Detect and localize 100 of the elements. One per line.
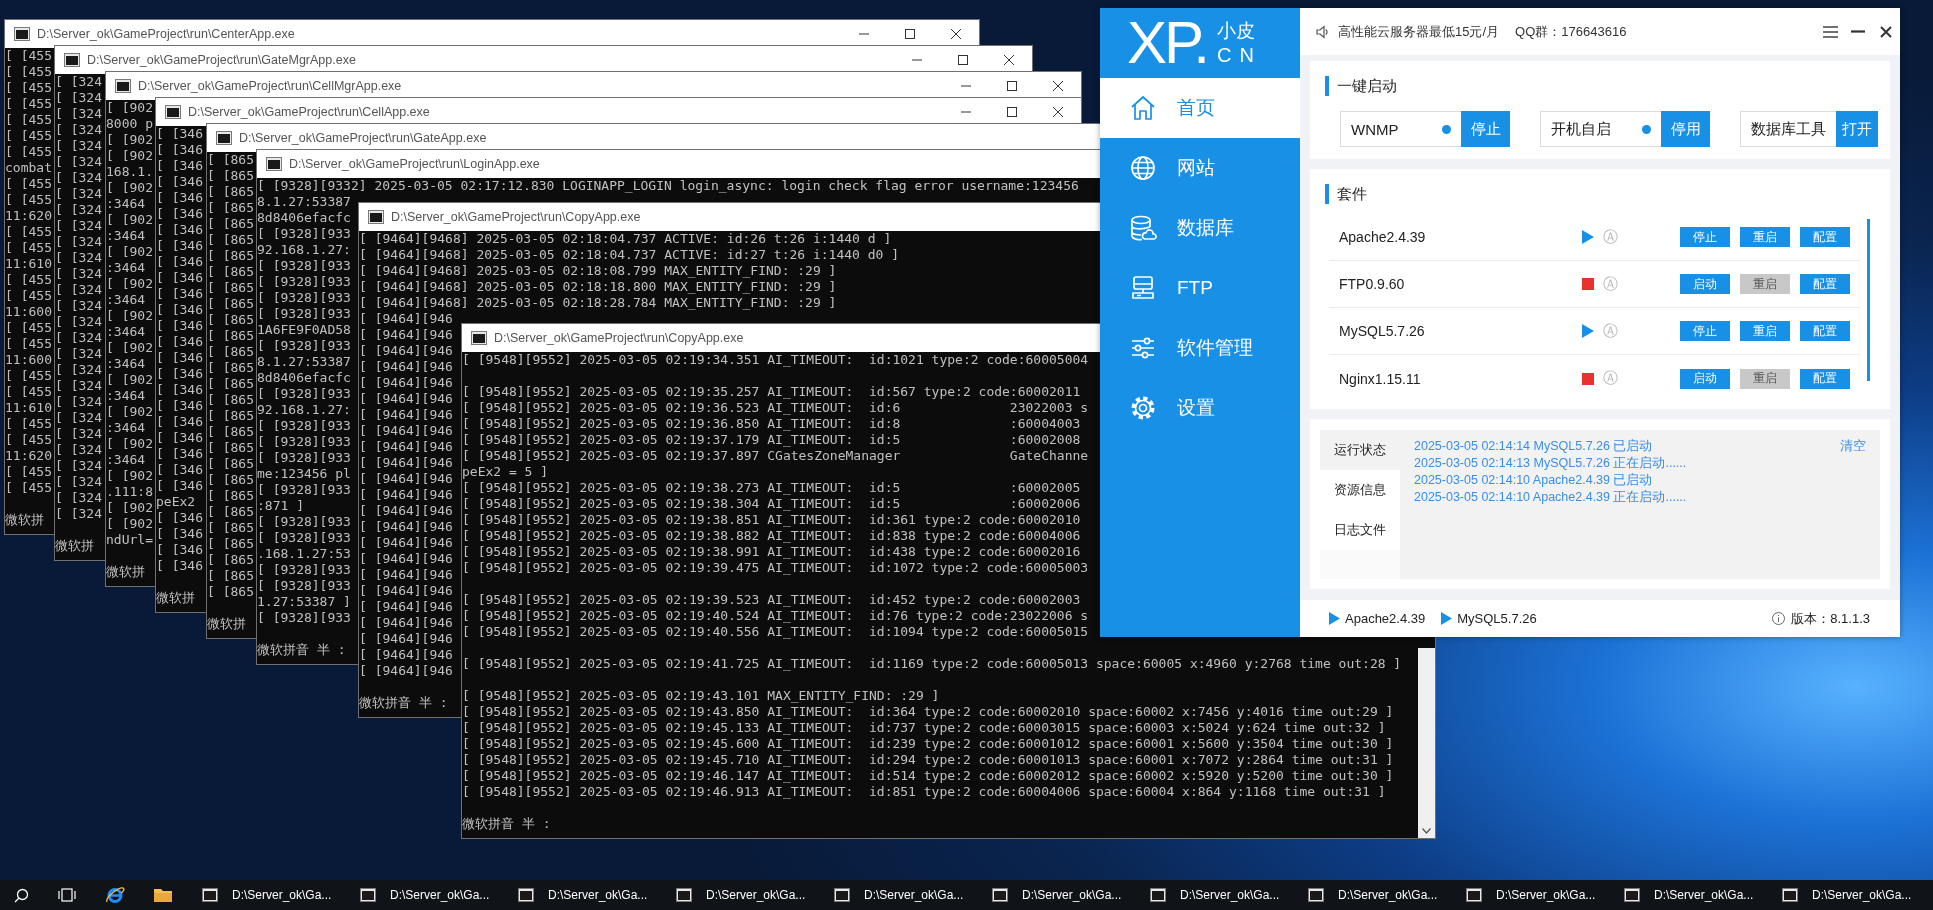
service-button[interactable]: 停止 <box>1680 227 1730 247</box>
scrollbar[interactable] <box>1418 648 1435 838</box>
nav-item[interactable]: 网站 <box>1100 138 1300 198</box>
console-line: [ [9464][946 <box>359 359 453 375</box>
window-title: D:\Server_ok\GameProject\run\GateMgrApp.exe <box>87 53 356 67</box>
console-line: [ [9464][9468] 2025-03-05 02:18:28.784 MAX_ENTITY_FIND: :29 ] <box>359 295 837 311</box>
console-line: [ [455 <box>5 144 52 160</box>
service-button[interactable]: 重启 <box>1740 227 1790 247</box>
service-button[interactable]: 启动 <box>1680 368 1730 389</box>
info-icon <box>1772 612 1786 625</box>
console-line: [ [455 <box>5 128 52 144</box>
clear-link[interactable]: 清空 <box>1840 438 1866 455</box>
taskbar-item[interactable]: D:\Server_ok\Ga... <box>503 880 661 910</box>
minimize-icon <box>961 85 971 87</box>
console-line: [ [9548][9552] 2025-03-05 02:19:38.882 AI_TIMEOUT: id:838 type:2 code:60004006 <box>462 528 1081 544</box>
console-icon <box>14 27 30 41</box>
action-button[interactable]: 打开 <box>1836 111 1878 147</box>
taskbar-item[interactable]: D:\Server_ok\Ga... <box>661 880 819 910</box>
taskbar-item[interactable]: D:\Server_ok\Ga... <box>1609 880 1767 910</box>
taskbar-item[interactable]: D:\Server_ok\Ga... <box>1451 880 1609 910</box>
console-line: [ [9328][933 <box>257 578 351 594</box>
service-button[interactable]: 配置 <box>1800 321 1850 341</box>
ime-status: 微软拼 <box>156 590 195 606</box>
taskbar-item[interactable]: D:\Server_ok\Ga... <box>1135 880 1293 910</box>
console-line: [ [9464][946 <box>359 327 453 343</box>
auto-start-icon: Ⓐ <box>1603 369 1618 388</box>
console-line: [ [865 <box>207 344 254 360</box>
nav-item[interactable]: 数据库 <box>1100 198 1300 258</box>
log-tab[interactable]: 日志文件 <box>1320 510 1400 550</box>
console-line: [ [9548][9552] 2025-03-05 02:19:45.133 AI_TIMEOUT: id:737 type:2 code:60003015 space:60003 x:5024 y:624 time out:32 ] <box>462 720 1386 736</box>
logo-domain: CN <box>1217 44 1262 66</box>
console-line: [ [865 <box>207 584 254 600</box>
log-line: 2025-03-05 02:14:14 MySQL5.7.26 已启动 <box>1414 438 1654 455</box>
taskbar-item[interactable]: D:\Server_ok\Ga... <box>819 880 977 910</box>
console-line: [ [324 <box>55 154 102 170</box>
window-title: D:\Server_ok\GameProject\run\CellMgrApp.exe <box>138 79 402 93</box>
action-button[interactable]: 停用 <box>1661 111 1710 147</box>
taskbar-item[interactable]: D:\Server_ok\Ga... <box>1767 880 1925 910</box>
console-line: [ [865 <box>207 504 254 520</box>
logo-name: 小皮 <box>1217 20 1256 42</box>
nav-item[interactable]: 软件管理 <box>1100 318 1300 378</box>
console-line: [ [902 <box>106 308 153 324</box>
nav-item[interactable]: 设置 <box>1100 378 1300 438</box>
console-line: [ [9328][933 <box>257 226 351 242</box>
service-button[interactable]: 重启 <box>1740 321 1790 341</box>
console-line: [ [9328][933 <box>257 530 351 546</box>
service-button[interactable]: 启动 <box>1680 274 1730 294</box>
console-line: [ [9548][9552] 2025-03-05 02:19:37.179 AI_TIMEOUT: id:5 :60002008 <box>462 432 1081 448</box>
console-line: [ [324 <box>55 506 102 522</box>
console-line: [ [865 <box>207 312 254 328</box>
browser-icon <box>105 885 125 905</box>
console-line: [ [9328][9332] 2025-03-05 02:17:12.830 LOGINAPP_LOGIN login_async: login check flag error username:123456 <box>257 178 1079 194</box>
console-line: [ [346 <box>156 254 203 270</box>
taskbar-item[interactable]: D:\Server_ok\Ga... <box>187 880 345 910</box>
console-line: 8.1.27:53387 <box>257 194 351 210</box>
console-line: :3464 <box>106 324 146 340</box>
console-line: 11:620 <box>5 448 52 464</box>
nav-item[interactable]: 首页 <box>1100 78 1300 138</box>
service-label: WNMP <box>1351 120 1399 138</box>
scrollbar[interactable] <box>1867 219 1870 381</box>
console-line: [ [324 <box>55 106 102 122</box>
console-line: [ [9464][946 <box>359 375 453 391</box>
service-name: Nginx1.15.11 <box>1338 370 1421 387</box>
nav-item[interactable]: FTP <box>1100 258 1300 318</box>
database-icon <box>1129 214 1157 242</box>
console-line: [ [455 <box>5 80 52 96</box>
console-line: 11:600 <box>5 352 52 368</box>
console-line: [ [346 <box>156 334 203 350</box>
action-button[interactable]: 停止 <box>1461 111 1510 147</box>
console-line: [ [346 <box>156 302 203 318</box>
console-line: [ [324 <box>55 330 102 346</box>
console-line: [ [346 <box>156 478 203 494</box>
console-line: [ [9328][933 <box>257 610 351 626</box>
console-line: [ [455 <box>5 416 52 432</box>
console-line: [ [9464][9468] 2025-03-05 02:18:18.800 MAX_ENTITY_FIND: :29 ] <box>359 279 837 295</box>
console-line: 11:600 <box>5 304 52 320</box>
log-tab[interactable]: 资源信息 <box>1320 470 1400 510</box>
console-line: [ [346 <box>156 526 203 542</box>
console-line: [ [324 <box>55 458 102 474</box>
service-button[interactable]: 配置 <box>1800 368 1850 389</box>
service-button[interactable]: 停止 <box>1680 321 1730 341</box>
console-line: [ [865 <box>207 488 254 504</box>
console-line: [ [865 <box>207 552 254 568</box>
minimize-icon <box>961 111 971 113</box>
console-line: [ [324 <box>55 122 102 138</box>
taskbar-item[interactable]: D:\Server_ok\Ga... <box>345 880 503 910</box>
maximize-icon <box>905 29 915 39</box>
service-button[interactable]: 配置 <box>1800 227 1850 247</box>
taskbar-item[interactable]: D:\Server_ok\Ga... <box>977 880 1135 910</box>
service-label: 数据库工具 <box>1751 119 1826 139</box>
console-line: [ [9464][946 <box>359 615 453 631</box>
console-line: [ [865 <box>207 392 254 408</box>
console-line: [ [865 <box>207 456 254 472</box>
console-line: [ [346 <box>156 350 203 366</box>
log-tab[interactable]: 运行状态 <box>1320 430 1400 470</box>
service-button[interactable]: 配置 <box>1800 274 1850 294</box>
console-line: [ [346 <box>156 222 203 238</box>
console-line: [ [324 <box>55 266 102 282</box>
console-line: [ [902 <box>106 100 153 116</box>
taskbar-item[interactable]: D:\Server_ok\Ga... <box>1293 880 1451 910</box>
